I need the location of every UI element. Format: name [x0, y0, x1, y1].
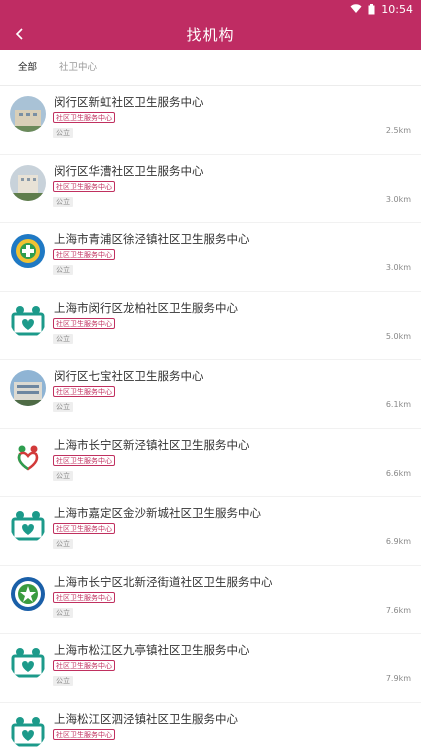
category-badge: 社区卫生服务中心	[53, 454, 115, 466]
institution-name: 上海市长宁区新泾镇社区卫生服务中心	[54, 437, 250, 452]
distance-label: 7.6km	[385, 605, 411, 615]
status-time: 10:54	[381, 2, 413, 16]
category-badge: 社区卫生服务中心	[53, 523, 115, 534]
category-badge: 社区卫生服务中心	[53, 180, 115, 192]
institution-list: 闵行区新虹社区卫生服务中心 社区卫生服务中心 公立 2.5km 闵行区华漕社区卫…	[0, 86, 421, 750]
institution-name: 闵行区华漕社区卫生服务中心	[54, 163, 204, 178]
category-badge: 社区卫生服务中心	[53, 728, 115, 740]
list-item[interactable]: 闵行区七宝社区卫生服务中心 社区卫生服务中心 公立 6.1km	[0, 360, 421, 429]
list-item[interactable]: 上海松江区泗泾镇社区卫生服务中心 社区卫生服务中心	[0, 703, 421, 750]
category-badge: 社区卫生服务中心	[53, 112, 115, 123]
list-item[interactable]: 上海市松江区九亭镇社区卫生服务中心 社区卫生服务中心 公立 7.9km	[0, 634, 421, 703]
distance-label: 7.9km	[385, 674, 411, 683]
wifi-icon	[350, 4, 362, 14]
battery-icon	[368, 3, 375, 15]
ownership-badge: 公立	[53, 333, 73, 344]
institution-name: 上海市嘉定区金沙新城社区卫生服务中心	[54, 506, 261, 520]
distance-label: 3.0km	[385, 194, 411, 204]
distance-label: 6.1km	[385, 400, 411, 409]
ownership-badge: 公立	[53, 402, 73, 412]
distance-label: 2.5km	[385, 126, 411, 135]
category-badge: 社区卫生服务中心	[53, 660, 115, 671]
family-care-icon	[10, 507, 46, 543]
list-item[interactable]: 上海市长宁区北新泾街道社区卫生服务中心 社区卫生服务中心 公立 7.6km	[0, 566, 421, 634]
status-bar: 10:54	[0, 0, 421, 18]
ownership-badge: 公立	[53, 539, 73, 549]
emblem-icon	[10, 576, 46, 612]
family-care-icon	[10, 644, 46, 680]
category-badge: 社区卫生服务中心	[53, 317, 115, 329]
ownership-badge: 公立	[53, 676, 73, 686]
institution-name: 上海市闵行区龙柏社区卫生服务中心	[54, 300, 238, 315]
category-badge: 社区卫生服务中心	[53, 386, 115, 397]
building-photo-icon	[10, 370, 46, 406]
ownership-badge: 公立	[53, 470, 73, 481]
tab-all[interactable]: 全部	[18, 50, 37, 86]
list-item[interactable]: 闵行区华漕社区卫生服务中心 社区卫生服务中心 公立 3.0km	[0, 155, 421, 223]
app-header: 找机构	[0, 18, 421, 50]
list-item[interactable]: 上海市长宁区新泾镇社区卫生服务中心 社区卫生服务中心 公立 6.6km	[0, 429, 421, 497]
emblem-icon	[10, 233, 46, 269]
distance-label: 6.6km	[385, 468, 411, 478]
list-item[interactable]: 上海市闵行区龙柏社区卫生服务中心 社区卫生服务中心 公立 5.0km	[0, 292, 421, 360]
tab-bar: 全部 社卫中心	[0, 50, 421, 86]
list-item[interactable]: 上海市青浦区徐泾镇社区卫生服务中心 社区卫生服务中心 公立 3.0km	[0, 223, 421, 292]
institution-name: 上海市青浦区徐泾镇社区卫生服务中心	[54, 232, 250, 246]
distance-label: 6.9km	[385, 537, 411, 546]
back-button[interactable]	[10, 24, 30, 44]
distance-label: 3.0km	[385, 263, 411, 272]
list-item[interactable]: 上海市嘉定区金沙新城社区卫生服务中心 社区卫生服务中心 公立 6.9km	[0, 497, 421, 566]
family-care-icon	[10, 302, 46, 338]
ownership-badge: 公立	[53, 196, 73, 207]
institution-name: 上海松江区泗泾镇社区卫生服务中心	[54, 711, 238, 726]
ownership-badge: 公立	[53, 128, 73, 138]
institution-name: 上海市长宁区北新泾街道社区卫生服务中心	[54, 574, 273, 589]
chevron-left-icon	[15, 28, 23, 40]
institution-name: 闵行区七宝社区卫生服务中心	[54, 369, 204, 383]
list-item[interactable]: 闵行区新虹社区卫生服务中心 社区卫生服务中心 公立 2.5km	[0, 86, 421, 155]
institution-name: 上海市松江区九亭镇社区卫生服务中心	[54, 643, 250, 657]
building-photo-icon	[10, 96, 46, 132]
people-heart-icon	[10, 439, 46, 475]
institution-name: 闵行区新虹社区卫生服务中心	[54, 95, 204, 109]
category-badge: 社区卫生服务中心	[53, 591, 115, 603]
category-badge: 社区卫生服务中心	[53, 249, 115, 260]
page-title: 找机构	[186, 25, 235, 44]
ownership-badge: 公立	[53, 607, 73, 618]
ownership-badge: 公立	[53, 265, 73, 275]
distance-label: 5.0km	[385, 331, 411, 341]
family-care-icon	[10, 713, 46, 749]
building-photo-icon	[10, 164, 46, 201]
tab-community-health[interactable]: 社卫中心	[59, 50, 97, 86]
